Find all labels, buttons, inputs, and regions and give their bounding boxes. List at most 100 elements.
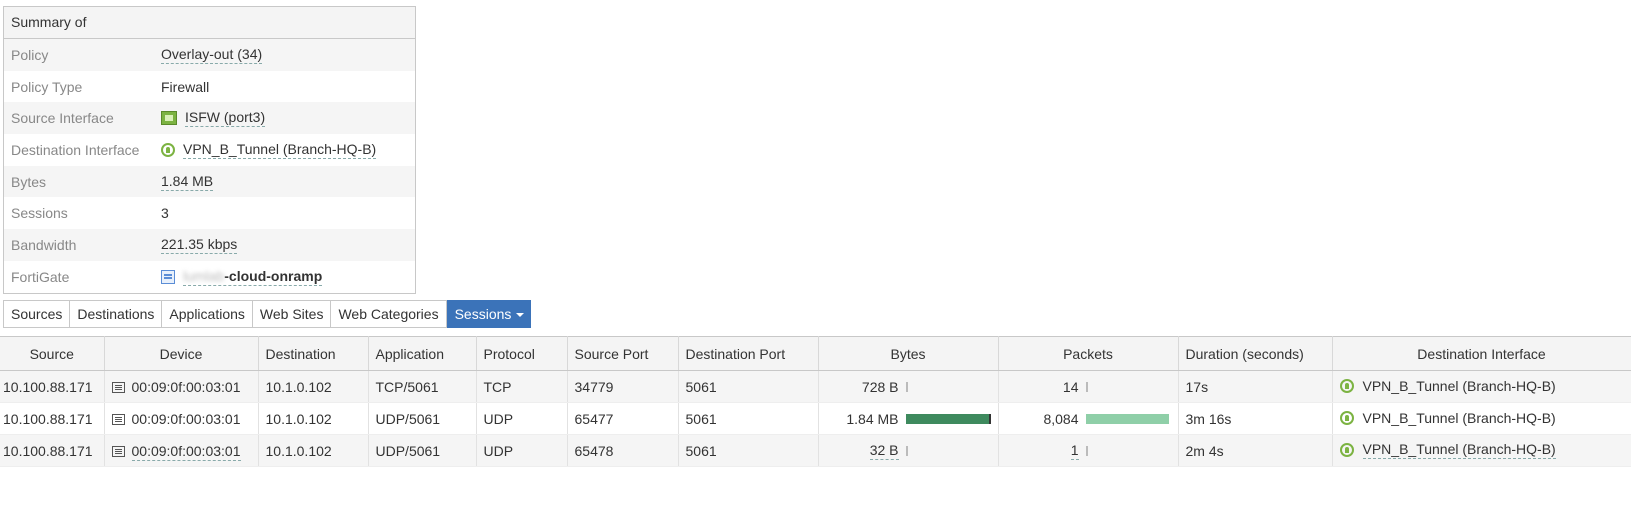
summary-row: Sessions 3	[4, 197, 415, 229]
column-header[interactable]: Application	[368, 336, 477, 371]
cell-bytes-value[interactable]: 32 B	[869, 442, 899, 460]
table-row[interactable]: 10.100.88.171 00:09:0f:00:03:01 10.1.0.102…	[0, 370, 1631, 403]
cell-destination: 10.1.0.102	[258, 434, 369, 467]
table-row[interactable]: 10.100.88.171 00:09:0f:00:03:01 10.1.0.102…	[0, 402, 1631, 435]
cell-bytes-bar-fill	[905, 413, 991, 424]
cell-bytes: 32 B	[818, 434, 999, 467]
cell-destination-port-text: 5061	[685, 442, 717, 459]
cell-bytes-value: 728 B	[861, 378, 899, 395]
summary-value[interactable]: ISFW (port3)	[161, 109, 266, 128]
cell-dst-interface: VPN_B_Tunnel (Branch-HQ-B)	[1332, 434, 1631, 467]
summary-key: Sessions	[11, 205, 68, 222]
summary-value-text: ISFW (port3)	[185, 109, 266, 128]
summary-key: Policy Type	[11, 78, 83, 95]
tab-applications[interactable]: Applications	[161, 300, 252, 328]
interface-link[interactable]: VPN_B_Tunnel (Branch-HQ-B)	[1339, 410, 1556, 426]
cell-duration: 3m 16s	[1178, 402, 1333, 435]
cell-destination-port: 5061	[678, 370, 819, 403]
cell-device: 00:09:0f:00:03:01	[104, 402, 259, 435]
cell-duration: 2m 4s	[1178, 434, 1333, 467]
device-mac[interactable]: 00:09:0f:00:03:01	[132, 411, 241, 427]
cell-bytes-bar-tick	[905, 445, 908, 456]
cell-destination: 10.1.0.102	[258, 370, 369, 403]
column-header[interactable]: Protocol	[476, 336, 568, 371]
summary-value-text: 221.35 kbps	[161, 235, 238, 254]
tab-sessions[interactable]: Sessions	[446, 300, 532, 328]
tab-label: Sources	[11, 306, 63, 322]
cell-bytes-wrap: 728 B	[826, 379, 995, 395]
summary-row: Policy Overlay-out (34)	[4, 39, 415, 71]
cell-application-text: TCP/5061	[375, 378, 439, 395]
cell-bytes-bar	[905, 413, 991, 424]
column-header[interactable]: Device	[104, 336, 259, 371]
cell-source: 10.100.88.171	[0, 402, 105, 435]
cell-bytes-bar	[905, 445, 991, 456]
summary-row: Bytes 1.84 MB	[4, 165, 415, 198]
tab-web-categories[interactable]: Web Categories	[330, 300, 447, 328]
cell-packets-value: 8,084	[1043, 410, 1079, 427]
tab-sources[interactable]: Sources	[3, 300, 70, 328]
summary-key: Destination Interface	[11, 141, 140, 158]
cell-source-text: 10.100.88.171	[3, 442, 93, 459]
cell-packets-value: 14	[1062, 378, 1079, 395]
cell-source-port: 65478	[567, 434, 679, 467]
cell-destination-text: 10.1.0.102	[265, 378, 332, 395]
interface-link[interactable]: VPN_B_Tunnel (Branch-HQ-B)	[1339, 441, 1556, 459]
summary-value[interactable]: 221.35 kbps	[161, 235, 238, 254]
cell-protocol: UDP	[476, 402, 568, 435]
summary-row: Policy Type Firewall	[4, 71, 415, 103]
table-row[interactable]: 10.100.88.171 00:09:0f:00:03:01 10.1.0.102…	[0, 434, 1631, 467]
cell-packets-wrap: 14	[1006, 379, 1175, 395]
summary-key: Source Interface	[11, 110, 114, 127]
summary-row: FortiGate lumlab-cloud-onramp	[4, 261, 415, 293]
cell-source: 10.100.88.171	[0, 434, 105, 467]
cell-duration-text: 2m 4s	[1185, 442, 1224, 459]
interface-port-icon	[161, 111, 177, 126]
cell-protocol: TCP	[476, 370, 568, 403]
tab-label: Web Categories	[338, 306, 439, 322]
tab-label: Web Sites	[259, 306, 324, 322]
vpn-tunnel-icon	[1339, 443, 1354, 457]
cell-source-port: 65477	[567, 402, 679, 435]
column-header[interactable]: Packets	[998, 336, 1179, 371]
cell-source-port: 34779	[567, 370, 679, 403]
fortigate-name: -cloud-onramp	[224, 267, 323, 284]
cell-destination-port-text: 5061	[685, 410, 717, 427]
tab-destinations[interactable]: Destinations	[69, 300, 162, 328]
tab-label: Sessions	[454, 306, 512, 322]
cell-destination-port: 5061	[678, 402, 819, 435]
cell-packets-bar	[1085, 413, 1171, 424]
column-header[interactable]: Destination	[258, 336, 369, 371]
cell-packets: 14	[998, 370, 1179, 403]
cell-device: 00:09:0f:00:03:01	[104, 434, 259, 467]
cell-application-text: UDP/5061	[375, 442, 441, 459]
caret-down-icon	[516, 313, 525, 318]
column-header[interactable]: Destination Interface	[1332, 336, 1631, 371]
summary-value[interactable]: Overlay-out (34)	[161, 46, 263, 64]
column-header[interactable]: Source	[0, 336, 105, 371]
column-header[interactable]: Destination Port	[678, 336, 819, 371]
summary-row: Bandwidth 221.35 kbps	[4, 229, 415, 261]
vpn-tunnel-icon	[161, 142, 175, 157]
cell-bytes-bar	[905, 381, 991, 392]
cell-destination-text: 10.1.0.102	[265, 442, 332, 459]
cell-dst-interface: VPN_B_Tunnel (Branch-HQ-B)	[1332, 370, 1631, 403]
summary-value[interactable]: 1.84 MB	[161, 173, 214, 191]
cell-packets: 8,084	[998, 402, 1179, 435]
cell-protocol-text: TCP	[483, 378, 512, 395]
column-header[interactable]: Bytes	[818, 336, 999, 371]
summary-key: FortiGate	[11, 268, 70, 285]
column-header[interactable]: Source Port	[567, 336, 679, 371]
vpn-tunnel-icon	[1339, 410, 1354, 425]
tab-web-sites[interactable]: Web Sites	[251, 300, 331, 328]
device-mac[interactable]: 00:09:0f:00:03:01	[132, 379, 241, 395]
interface-link[interactable]: VPN_B_Tunnel (Branch-HQ-B)	[1339, 378, 1556, 394]
summary-value[interactable]: lumlab-cloud-onramp	[161, 267, 323, 286]
cell-packets-value[interactable]: 1	[1070, 442, 1079, 460]
summary-value[interactable]: VPN_B_Tunnel (Branch-HQ-B)	[161, 141, 377, 159]
cell-duration: 17s	[1178, 370, 1333, 403]
device-mac[interactable]: 00:09:0f:00:03:01	[131, 442, 241, 461]
cell-packets-bar-fill	[1085, 413, 1169, 424]
tab-label: Applications	[169, 306, 245, 322]
column-header[interactable]: Duration (seconds)	[1178, 336, 1333, 371]
